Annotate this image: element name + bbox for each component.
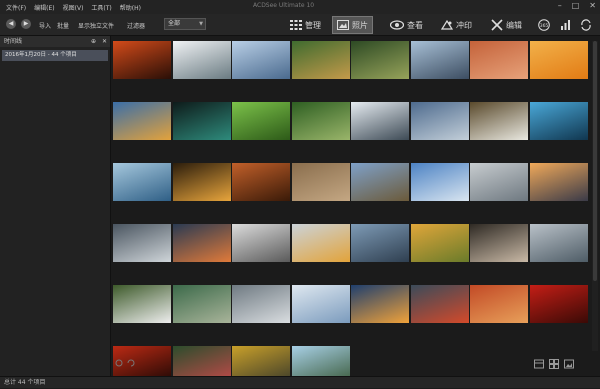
photo-thumbnail[interactable] <box>232 224 290 262</box>
timeline-panel-header: 时间线 ⊕ ✕ <box>0 36 110 47</box>
365-icon[interactable]: 365 <box>538 19 550 31</box>
import-button[interactable]: 导入 <box>39 21 51 30</box>
photo-thumbnail[interactable] <box>351 102 409 140</box>
photo-thumbnail[interactable] <box>351 163 409 201</box>
filter-label: 过滤器 <box>127 23 146 30</box>
develop-icon <box>441 20 453 30</box>
grid-icon <box>290 20 302 30</box>
timeline-panel: 时间线 ⊕ ✕ 2016年1月20日 - 44 个项目 <box>0 36 111 376</box>
mode-edit-label: 编辑 <box>506 20 522 30</box>
photo-thumbnail[interactable] <box>470 285 528 323</box>
photo-thumbnail[interactable] <box>529 41 588 79</box>
close-icon[interactable]: ✕ <box>589 1 596 10</box>
photo-thumbnail[interactable] <box>113 285 171 323</box>
menu-view[interactable]: 视图(V) <box>63 3 84 12</box>
photo-thumbnail[interactable] <box>529 224 588 262</box>
photo-thumbnail[interactable] <box>470 224 528 262</box>
photo-thumbnail[interactable] <box>113 163 171 201</box>
photo-thumbnail[interactable] <box>291 285 350 323</box>
forward-icon[interactable]: ▶ <box>21 19 31 29</box>
film-icon[interactable] <box>534 359 544 369</box>
mode-photos[interactable]: 照片 <box>332 16 373 34</box>
photo-thumbnail[interactable] <box>113 224 171 262</box>
photo-thumbnail[interactable] <box>232 285 290 323</box>
timeline-panel-title: 时间线 <box>4 38 23 45</box>
mode-view[interactable]: 查看 <box>386 16 427 34</box>
photo-thumbnail[interactable] <box>470 41 528 79</box>
photo-thumbnail[interactable] <box>291 102 350 140</box>
scrollbar-thumb[interactable] <box>593 41 597 281</box>
menu-edit[interactable]: 编辑(E) <box>34 3 54 12</box>
title-bar: 文件(F) 编辑(E) 视图(V) 工具(T) 帮助(H) ACDSee Ult… <box>0 0 600 14</box>
photo-thumbnail[interactable] <box>291 224 350 262</box>
grid-view-icon[interactable] <box>549 359 559 369</box>
chevron-down-icon: ▼ <box>199 21 203 27</box>
photo-thumbnail[interactable] <box>232 41 290 79</box>
status-bar: 总计 44 个项目 <box>0 376 600 388</box>
menu-bar: 文件(F) 编辑(E) 视图(V) 工具(T) 帮助(H) <box>0 3 141 12</box>
details-view-icon[interactable] <box>564 359 574 369</box>
rotate-icon[interactable] <box>127 359 135 367</box>
photo-thumbnail[interactable] <box>529 102 588 140</box>
photo-thumbnail[interactable] <box>410 224 469 262</box>
scrollbar[interactable] <box>592 41 598 351</box>
toolbar: ◀ ▶ 导入 批量 显示独立文件 过滤器 全部 ▼ 管理 照片 查看 冲印 编辑… <box>0 14 600 36</box>
window-controls: – □ ✕ <box>558 1 596 10</box>
photo-thumbnail[interactable] <box>470 163 528 201</box>
app-title: ACDSee Ultimate 10 <box>253 2 315 9</box>
photo-thumbnail[interactable] <box>410 285 469 323</box>
photo-thumbnail[interactable] <box>351 224 409 262</box>
photo-thumbnail[interactable] <box>172 163 231 201</box>
zoom-icon[interactable] <box>115 359 123 367</box>
photo-thumbnail[interactable] <box>351 41 409 79</box>
photo-thumbnail[interactable] <box>172 41 231 79</box>
photo-thumbnail[interactable] <box>113 102 171 140</box>
pin-icon[interactable]: ⊕ <box>91 36 96 47</box>
photo-thumbnail[interactable] <box>410 102 469 140</box>
filter-dropdown[interactable]: 全部 ▼ <box>164 18 206 30</box>
timeline-item[interactable]: 2016年1月20日 - 44 个项目 <box>2 50 108 61</box>
mode-develop-label: 冲印 <box>456 20 472 30</box>
batch-button[interactable]: 批量 <box>57 21 69 30</box>
menu-tools[interactable]: 工具(T) <box>91 3 111 12</box>
minimize-icon[interactable]: – <box>558 1 562 10</box>
back-icon[interactable]: ◀ <box>6 19 16 29</box>
bottom-toolbar <box>113 355 598 375</box>
brush-icon <box>491 19 503 31</box>
photo-thumbnail[interactable] <box>172 224 231 262</box>
maximize-icon[interactable]: □ <box>572 1 580 10</box>
menu-help[interactable]: 帮助(H) <box>120 3 141 12</box>
mode-edit[interactable]: 编辑 <box>487 16 526 34</box>
photo-thumbnail[interactable] <box>470 102 528 140</box>
menu-file[interactable]: 文件(F) <box>6 3 26 12</box>
photo-thumbnail[interactable] <box>232 163 290 201</box>
photo-thumbnail[interactable] <box>529 163 588 201</box>
filter-value: 全部 <box>168 20 181 27</box>
photo-thumbnail[interactable] <box>172 285 231 323</box>
photo-thumbnail[interactable] <box>113 41 171 79</box>
svg-text:365: 365 <box>540 23 549 29</box>
mode-manage-label: 管理 <box>305 20 321 30</box>
mode-view-label: 查看 <box>407 20 423 30</box>
photo-thumbnail[interactable] <box>410 163 469 201</box>
status-text: 总计 44 个项目 <box>4 379 46 386</box>
photo-thumbnail[interactable] <box>410 41 469 79</box>
photo-thumbnail[interactable] <box>232 102 290 140</box>
photo-thumbnail[interactable] <box>172 102 231 140</box>
sync-icon[interactable] <box>580 19 592 31</box>
mode-photos-label: 照片 <box>352 20 368 30</box>
close-panel-icon[interactable]: ✕ <box>102 36 107 47</box>
photo-thumbnail[interactable] <box>351 285 409 323</box>
photo-thumbnail[interactable] <box>529 285 588 323</box>
mode-manage[interactable]: 管理 <box>286 16 325 34</box>
mode-develop[interactable]: 冲印 <box>437 16 476 34</box>
dashboard-icon[interactable] <box>560 19 572 31</box>
photo-icon <box>337 20 349 30</box>
photo-thumbnail[interactable] <box>291 41 350 79</box>
photo-thumbnail[interactable] <box>291 163 350 201</box>
eye-icon <box>390 20 404 30</box>
show-folder-button[interactable]: 显示独立文件 <box>78 21 114 30</box>
